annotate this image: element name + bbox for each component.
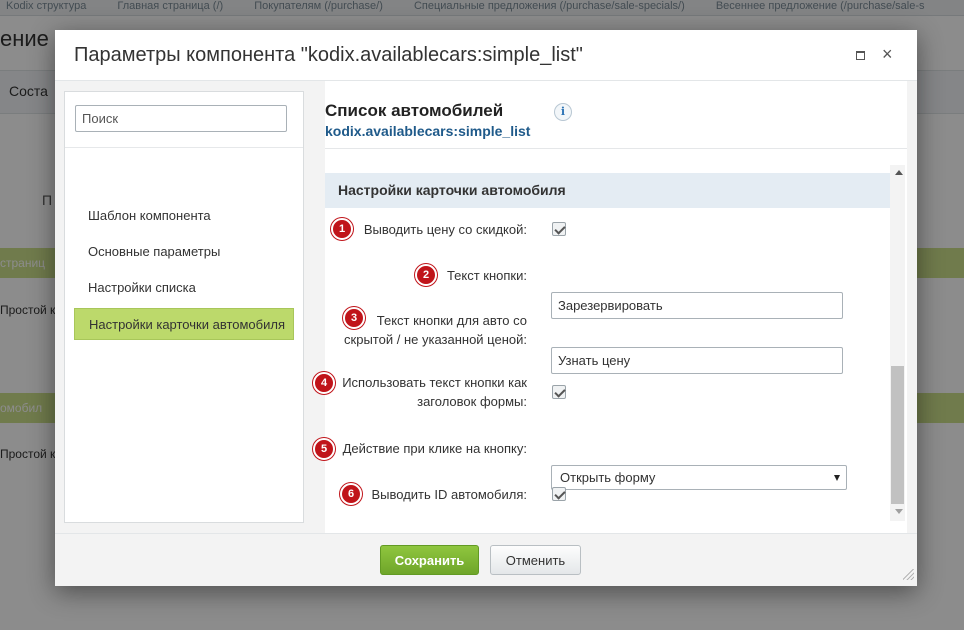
section-header: Настройки карточки автомобиля	[325, 173, 890, 208]
field-label-line: скрытой / не указанной ценой:	[344, 332, 527, 347]
field-label: Действие при клике на кнопку:	[342, 441, 527, 456]
field-label-line: Текст кнопки для авто со	[376, 313, 527, 328]
hidden-price-button-text-input[interactable]	[551, 347, 843, 374]
show-car-id-checkbox[interactable]	[552, 487, 566, 501]
component-code: kodix.availablecars:simple_list	[325, 123, 531, 139]
resize-handle-icon[interactable]	[903, 569, 914, 580]
step-badge: 2	[415, 264, 437, 286]
settings-content-panel: Список автомобилей kodix.availablecars:s…	[313, 81, 907, 533]
discount-price-checkbox[interactable]	[552, 222, 566, 236]
field-label: Выводить ID автомобиля:	[371, 487, 527, 502]
settings-nav-panel: Шаблон компонента Основные параметры Нас…	[64, 91, 304, 523]
field-label: Текст кнопки:	[446, 268, 527, 283]
maximize-icon[interactable]	[856, 51, 865, 60]
step-badge: 6	[340, 483, 362, 505]
info-icon[interactable]: i	[554, 103, 572, 121]
dialog-header[interactable]: Параметры компонента "kodix.availablecar…	[55, 30, 917, 81]
select-value: Открыть форму	[560, 470, 656, 485]
field-label: Использовать текст кнопки как заголовок …	[342, 373, 527, 411]
step-badge: 4	[313, 372, 335, 394]
field-label: Выводить цену со скидкой:	[363, 222, 527, 237]
field-label-line: заголовок формы:	[417, 394, 527, 409]
field-label: Текст кнопки для авто со скрытой / не ук…	[344, 311, 527, 349]
step-badge: 1	[331, 218, 353, 240]
scroll-down-icon[interactable]	[895, 509, 903, 514]
chevron-down-icon	[834, 475, 840, 481]
cancel-button[interactable]: Отменить	[490, 545, 581, 575]
scrollbar-thumb[interactable]	[891, 366, 904, 504]
close-icon[interactable]: ×	[882, 44, 893, 64]
step-badge: 5	[313, 438, 335, 460]
field-label-line: Использовать текст кнопки как	[342, 375, 527, 390]
save-button[interactable]: Сохранить	[380, 545, 479, 575]
nav-item-template[interactable]: Шаблон компонента	[74, 200, 294, 232]
dialog-title: Параметры компонента "kodix.availablecar…	[74, 44, 583, 66]
click-action-select[interactable]: Открыть форму	[551, 465, 847, 490]
component-title: Список автомобилей	[325, 101, 504, 120]
divider	[325, 148, 907, 149]
component-params-dialog: Параметры компонента "kodix.availablecar…	[55, 30, 917, 586]
scroll-up-icon[interactable]	[895, 170, 903, 175]
dialog-body: Шаблон компонента Основные параметры Нас…	[55, 81, 917, 533]
nav-item-main-params[interactable]: Основные параметры	[74, 236, 294, 268]
dialog-footer: Сохранить Отменить	[55, 533, 917, 586]
nav-item-list-settings[interactable]: Настройки списка	[74, 272, 294, 304]
nav-item-car-card-settings[interactable]: Настройки карточки автомобиля	[74, 308, 294, 340]
use-as-form-title-checkbox[interactable]	[552, 385, 566, 399]
button-text-input[interactable]	[551, 292, 843, 319]
divider	[65, 147, 303, 148]
search-input[interactable]	[75, 105, 287, 132]
